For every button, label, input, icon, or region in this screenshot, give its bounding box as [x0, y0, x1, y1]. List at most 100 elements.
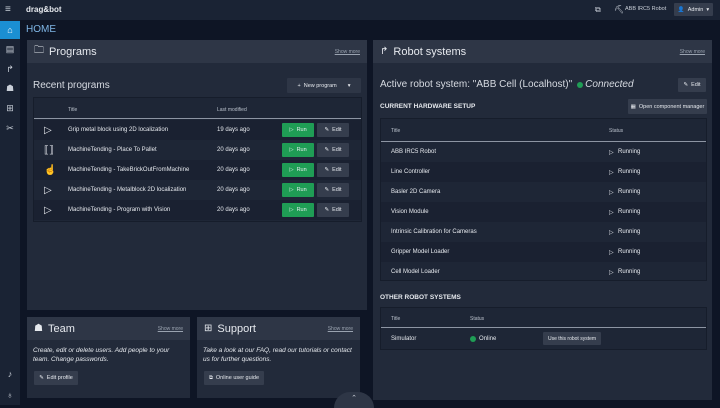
- connection-status: Connected: [585, 79, 634, 90]
- column-header: Title: [68, 107, 78, 113]
- edit-button[interactable]: ✎ Edit: [317, 123, 349, 137]
- component-status: Running: [618, 149, 641, 155]
- edit-button[interactable]: ✎ Edit: [317, 163, 349, 177]
- fullscreen-icon[interactable]: ⧉: [595, 5, 601, 15]
- run-button[interactable]: ▷ Run: [282, 203, 314, 217]
- table-row: Vision Module ▷ Running: [381, 202, 706, 222]
- column-header: Status: [470, 316, 485, 322]
- table-row[interactable]: ▷ MachineTending - Program with Vision 2…: [34, 200, 361, 220]
- other-robot-systems-heading: OTHER ROBOT SYSTEMS: [380, 294, 461, 301]
- table-row[interactable]: ▷ MachineTending - Metalblock 2D localiz…: [34, 180, 361, 200]
- status-dot-icon: [470, 336, 476, 342]
- hand-icon: ☝: [44, 164, 57, 176]
- robot-arm-icon: ↱: [380, 46, 389, 57]
- scroll-up-button[interactable]: ⌃: [334, 392, 374, 408]
- skill-icon: ⟦⟧: [44, 144, 54, 156]
- notification-icon[interactable]: ♁: [0, 386, 20, 404]
- hardware-setup-heading: CURRENT HARDWARE SETUP: [380, 103, 476, 110]
- component-title: Line Controller: [391, 169, 431, 175]
- program-title[interactable]: MachineTending - Place To Pallet: [68, 147, 157, 153]
- edit-button[interactable]: ✎ Edit: [317, 183, 349, 197]
- component-status: Running: [618, 269, 641, 275]
- program-title[interactable]: MachineTending - Metalblock 2D localizat…: [68, 187, 186, 193]
- home-icon[interactable]: ⌂: [0, 21, 20, 39]
- show-more-link[interactable]: Show more: [680, 49, 705, 55]
- robot-status-icon: ⛏: [614, 5, 625, 14]
- component-title: Basler 2D Camera: [391, 189, 441, 195]
- play-icon: ▷: [289, 207, 294, 213]
- table-row: Basler 2D Camera ▷ Running: [381, 182, 706, 202]
- grid-icon: ▦: [630, 103, 636, 110]
- component-title: Vision Module: [391, 209, 429, 215]
- table-row: Intrinsic Calibration for Cameras ▷ Runn…: [381, 222, 706, 242]
- table-row[interactable]: ☝ MachineTending - TakeBrickOutFromMachi…: [34, 160, 361, 180]
- status-dot-icon: [577, 81, 584, 88]
- last-modified: 19 days ago: [217, 127, 250, 133]
- program-title[interactable]: Grip metal block using 2D localization: [68, 127, 168, 133]
- use-robot-system-button[interactable]: Use this robot system: [543, 332, 601, 345]
- panel-title: Robot systems: [393, 45, 467, 58]
- table-row[interactable]: ▷ Grip metal block using 2D localization…: [34, 120, 361, 140]
- user-menu-button[interactable]: 👤 Admin ▾: [674, 3, 713, 16]
- team-icon: ☗: [34, 323, 43, 334]
- plus-icon: +: [297, 82, 301, 89]
- team-description: Create, edit or delete users. Add people…: [33, 347, 170, 363]
- support-description: Take a look at our FAQ, read our tutoria…: [203, 347, 352, 363]
- edit-robot-system-button[interactable]: ✎ Edit: [678, 78, 706, 92]
- edit-profile-button[interactable]: ✎ Edit profile: [34, 371, 78, 385]
- pencil-icon: ✎: [324, 187, 330, 193]
- table-row: Cell Model Loader ▷ Running: [381, 262, 706, 282]
- play-icon: ▷: [609, 189, 614, 196]
- team-icon[interactable]: ☗: [0, 79, 20, 97]
- column-header: Title: [391, 128, 401, 134]
- pencil-icon: ✎: [39, 375, 44, 381]
- last-modified: 20 days ago: [217, 187, 250, 193]
- play-icon: ▷: [609, 209, 614, 216]
- support-panel: ⊞ Support Show more Take a look at our FAQ…: [197, 317, 360, 398]
- robot-name[interactable]: ABB IRC5 Robot: [625, 6, 666, 12]
- run-button[interactable]: ▷ Run: [282, 163, 314, 177]
- robot-icon[interactable]: ↱: [0, 60, 20, 78]
- show-more-link[interactable]: Show more: [328, 326, 353, 332]
- pencil-icon: ✎: [683, 82, 689, 88]
- edit-button[interactable]: ✎ Edit: [317, 143, 349, 157]
- pencil-icon: ✎: [324, 167, 330, 173]
- table-row: Gripper Model Loader ▷ Running: [381, 242, 706, 262]
- last-modified: 20 days ago: [217, 207, 250, 213]
- page-title: HOME: [26, 24, 56, 35]
- new-program-button[interactable]: + New program ▾: [287, 78, 361, 93]
- music-icon[interactable]: ♪: [0, 365, 20, 383]
- component-title: Gripper Model Loader: [391, 249, 450, 255]
- column-header: Title: [391, 316, 401, 322]
- play-icon: ▷: [44, 204, 52, 216]
- table-row[interactable]: ⟦⟧ MachineTending - Place To Pallet 20 d…: [34, 140, 361, 160]
- external-link-icon: ⧉: [208, 374, 213, 381]
- component-status: Running: [618, 169, 641, 175]
- top-bar: ≡ drag&bot ⧉ ⛏ ABB IRC5 Robot 👤 Admin ▾: [0, 0, 720, 20]
- online-user-guide-button[interactable]: ⧉ Online user guide: [204, 371, 264, 385]
- play-icon: ▷: [609, 149, 614, 156]
- program-title[interactable]: MachineTending - Program with Vision: [68, 207, 170, 213]
- run-button[interactable]: ▷ Run: [282, 123, 314, 137]
- run-button[interactable]: ▷ Run: [282, 143, 314, 157]
- program-title[interactable]: MachineTending - TakeBrickOutFromMachine: [68, 167, 189, 173]
- programs-icon[interactable]: ▤: [0, 40, 20, 58]
- recent-programs-heading: Recent programs: [33, 80, 110, 91]
- show-more-link[interactable]: Show more: [335, 49, 360, 55]
- edit-button[interactable]: ✎ Edit: [317, 203, 349, 217]
- support-icon[interactable]: ⊞: [0, 99, 20, 117]
- show-more-link[interactable]: Show more: [158, 326, 183, 332]
- active-robot-system: Active robot system: "ABB Cell (Localhos…: [380, 79, 634, 90]
- run-button[interactable]: ▷ Run: [282, 183, 314, 197]
- play-icon: ▷: [289, 147, 294, 153]
- column-header: Last modified: [217, 107, 247, 113]
- last-modified: 20 days ago: [217, 147, 250, 153]
- play-icon: ▷: [289, 127, 294, 133]
- menu-icon[interactable]: ≡: [5, 4, 11, 15]
- table-row: Simulator Online Use this robot system: [381, 329, 706, 349]
- programs-table: Title Last modified ▷ Grip metal block u…: [33, 97, 362, 222]
- logo: drag&bot: [26, 5, 62, 14]
- open-component-manager-button[interactable]: ▦ Open component manager: [628, 99, 707, 114]
- component-status: Running: [618, 249, 641, 255]
- tools-icon[interactable]: ✂: [0, 119, 20, 137]
